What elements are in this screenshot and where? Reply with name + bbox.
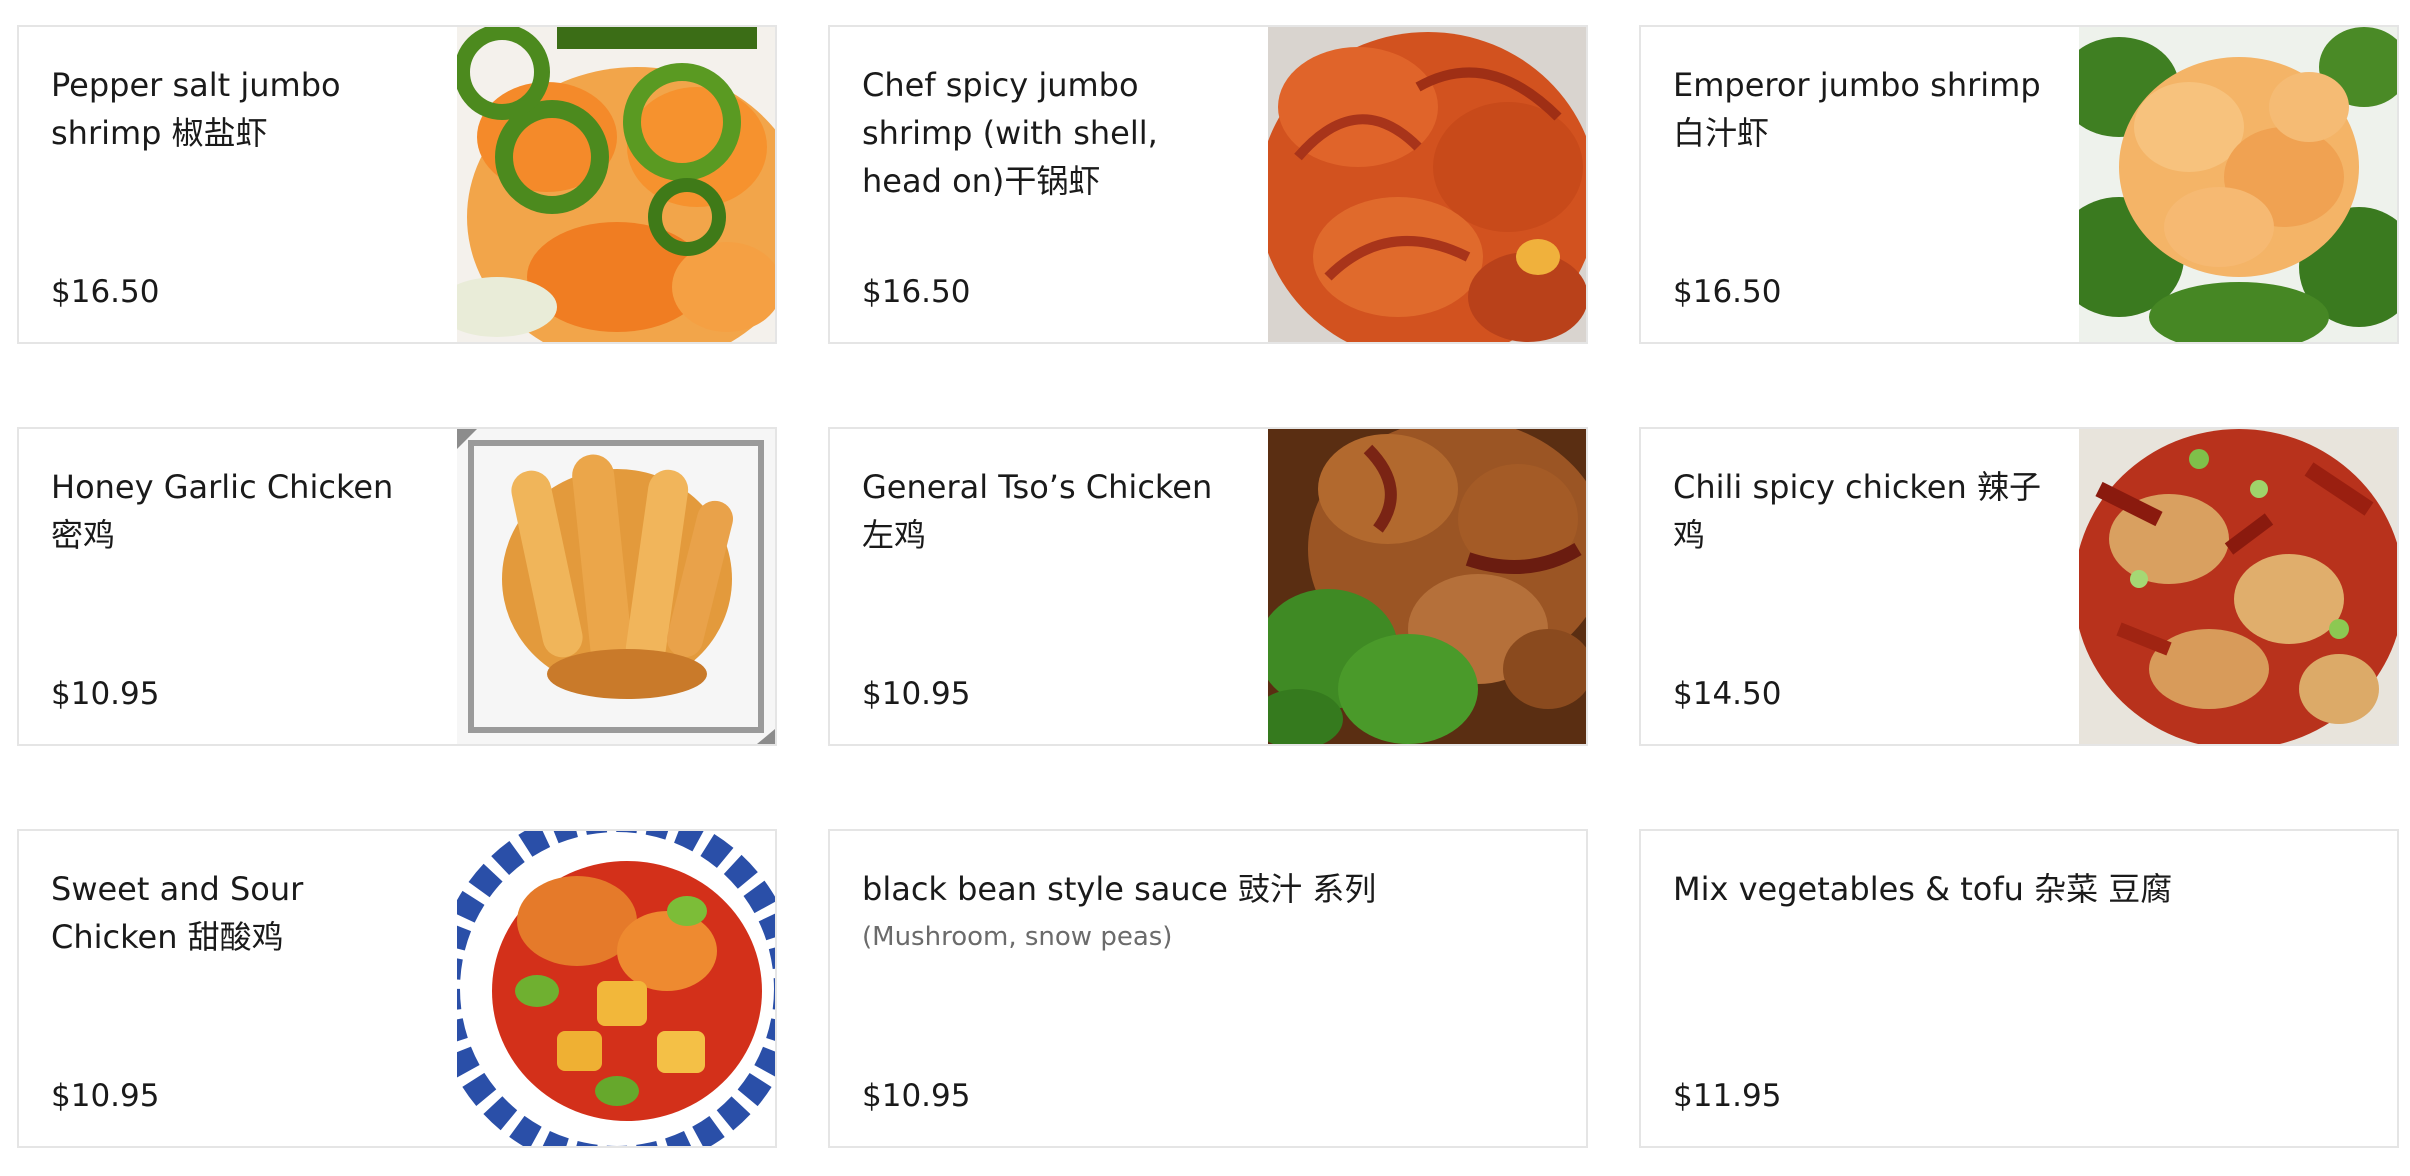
menu-item-card[interactable]: Pepper salt jumbo shrimp 椒盐虾 $16.50 (17, 25, 777, 344)
menu-item-photo (2079, 27, 2397, 342)
chili-spicy-chicken-photo (2079, 429, 2397, 744)
menu-item-photo (457, 27, 775, 342)
menu-item-price: $16.50 (51, 274, 160, 310)
menu-item-price: $14.50 (1673, 676, 1782, 712)
menu-grid: Pepper salt jumbo shrimp 椒盐虾 $16.50 Chef… (17, 25, 2399, 1148)
emperor-shrimp-photo (2079, 27, 2397, 342)
menu-item-title: Honey Garlic Chicken 密鸡 (51, 468, 394, 554)
menu-item-photo (457, 429, 775, 744)
general-tso-chicken-photo (1268, 429, 1586, 744)
menu-item-title: Pepper salt jumbo shrimp 椒盐虾 (51, 66, 341, 152)
menu-item-title: Chef spicy jumbo shrimp (with shell, hea… (862, 66, 1158, 200)
menu-item-card[interactable]: General Tso’s Chicken左鸡 $10.95 (828, 427, 1588, 746)
menu-item-title: General Tso’s Chicken左鸡 (862, 468, 1213, 554)
sweet-sour-chicken-photo (457, 831, 775, 1146)
menu-item-price: $16.50 (862, 274, 971, 310)
menu-item-photo (457, 831, 775, 1146)
menu-item-title: Chili spicy chicken 辣子鸡 (1673, 468, 2041, 554)
menu-item-title: black bean style sauce 豉汁 系列 (862, 870, 1377, 908)
menu-item-description: (Mushroom, snow peas) (862, 922, 1173, 952)
pepper-salt-shrimp-photo (457, 27, 775, 342)
menu-item-title: Emperor jumbo shrimp 白汁虾 (1673, 66, 2041, 152)
menu-item-price: $10.95 (51, 1078, 160, 1114)
menu-item-price: $10.95 (51, 676, 160, 712)
menu-item-photo (1268, 429, 1586, 744)
menu-item-card[interactable]: Mix vegetables & tofu 杂菜 豆腐 $11.95 (1639, 829, 2399, 1148)
menu-item-card[interactable]: Chef spicy jumbo shrimp (with shell, hea… (828, 25, 1588, 344)
menu-item-photo (1268, 27, 1586, 342)
honey-garlic-chicken-photo (457, 429, 775, 744)
menu-item-card[interactable]: Chili spicy chicken 辣子鸡 $14.50 (1639, 427, 2399, 746)
menu-item-price: $10.95 (862, 676, 971, 712)
menu-item-price: $10.95 (862, 1078, 971, 1114)
menu-item-card[interactable]: Sweet and Sour Chicken 甜酸鸡 $10.95 (17, 829, 777, 1148)
chef-spicy-shrimp-photo (1268, 27, 1586, 342)
menu-item-card[interactable]: Honey Garlic Chicken 密鸡 $10.95 (17, 427, 777, 746)
menu-item-photo (2079, 429, 2397, 744)
menu-item-title: Sweet and Sour Chicken 甜酸鸡 (51, 870, 304, 956)
menu-item-card[interactable]: Emperor jumbo shrimp 白汁虾 $16.50 (1639, 25, 2399, 344)
menu-item-price: $16.50 (1673, 274, 1782, 310)
menu-item-price: $11.95 (1673, 1078, 1782, 1114)
menu-item-card[interactable]: black bean style sauce 豉汁 系列 (Mushroom, … (828, 829, 1588, 1148)
menu-item-title: Mix vegetables & tofu 杂菜 豆腐 (1673, 870, 2173, 908)
